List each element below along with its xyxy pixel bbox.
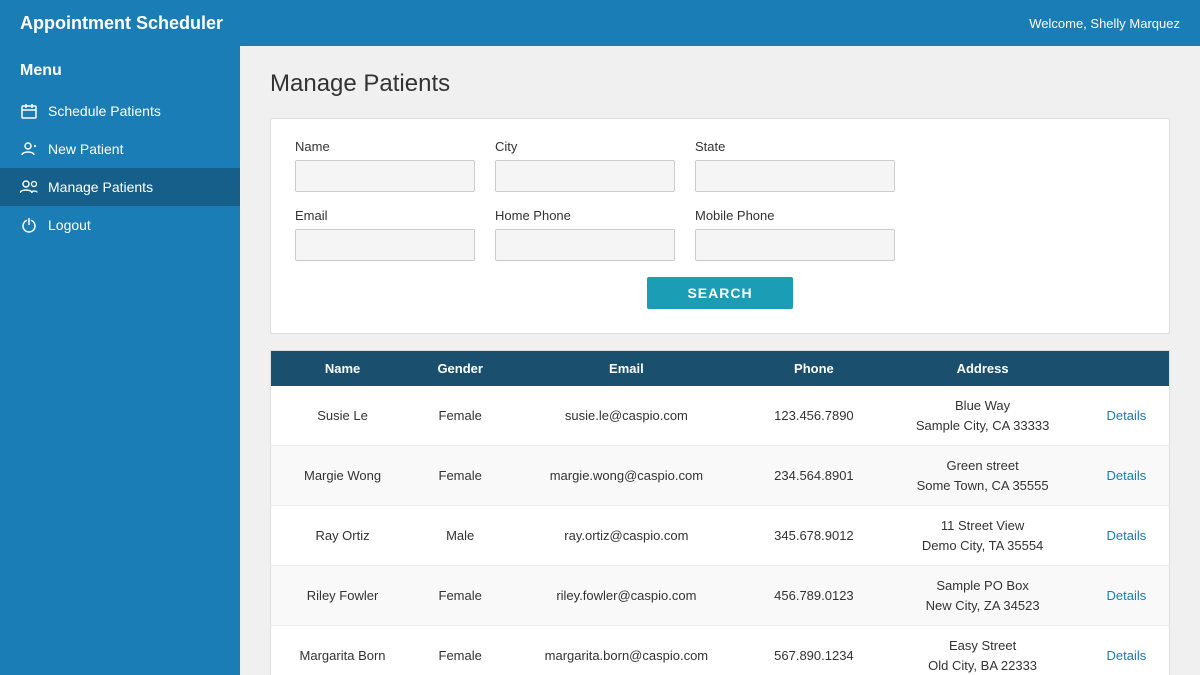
table-body: Susie Le Female susie.le@caspio.com 123.… — [271, 386, 1170, 675]
form-group-state: State — [695, 139, 895, 192]
cell-name: Ray Ortiz — [271, 506, 415, 566]
col-address: Address — [881, 351, 1084, 387]
app-title: Appointment Scheduler — [20, 13, 223, 34]
table-header: Name Gender Email Phone Address — [271, 351, 1170, 387]
table-row: Margie Wong Female margie.wong@caspio.co… — [271, 446, 1170, 506]
cell-name: Margie Wong — [271, 446, 415, 506]
city-label: City — [495, 139, 675, 154]
cell-details[interactable]: Details — [1084, 506, 1170, 566]
col-actions — [1084, 351, 1170, 387]
cell-phone: 345.678.9012 — [746, 506, 881, 566]
sidebar-item-manage-patients[interactable]: Manage Patients — [0, 168, 240, 206]
details-link[interactable]: Details — [1093, 398, 1161, 433]
cell-details[interactable]: Details — [1084, 626, 1170, 675]
cell-address: Blue WaySample City, CA 33333 — [881, 386, 1084, 446]
details-link[interactable]: Details — [1093, 638, 1161, 673]
mobile-phone-label: Mobile Phone — [695, 208, 895, 223]
app-header: Appointment Scheduler Welcome, Shelly Ma… — [0, 0, 1200, 46]
search-card: Name City State Email Home Pho — [270, 118, 1170, 334]
col-name: Name — [271, 351, 415, 387]
main-layout: Menu Schedule Patients — [0, 46, 1200, 675]
sidebar-item-schedule-label: Schedule Patients — [48, 103, 161, 119]
cell-address: Green streetSome Town, CA 35555 — [881, 446, 1084, 506]
cell-phone: 567.890.1234 — [746, 626, 881, 675]
cell-phone: 234.564.8901 — [746, 446, 881, 506]
patient-table: Name Gender Email Phone Address Susie Le… — [270, 350, 1170, 675]
cell-phone: 123.456.7890 — [746, 386, 881, 446]
sidebar-item-manage-label: Manage Patients — [48, 179, 153, 195]
cell-details[interactable]: Details — [1084, 566, 1170, 626]
cell-email: ray.ortiz@caspio.com — [506, 506, 746, 566]
search-btn-row: SEARCH — [295, 277, 1145, 309]
cell-address: Easy StreetOld City, BA 22333 — [881, 626, 1084, 675]
cell-gender: Male — [414, 506, 506, 566]
sidebar-item-logout-label: Logout — [48, 217, 91, 233]
col-gender: Gender — [414, 351, 506, 387]
power-icon — [20, 216, 38, 234]
details-link[interactable]: Details — [1093, 458, 1161, 493]
cell-email: susie.le@caspio.com — [506, 386, 746, 446]
main-content: Manage Patients Name City State — [240, 46, 1200, 675]
sidebar: Menu Schedule Patients — [0, 46, 240, 675]
form-row-2: Email Home Phone Mobile Phone — [295, 208, 1145, 261]
table-header-row: Name Gender Email Phone Address — [271, 351, 1170, 387]
email-input[interactable] — [295, 229, 475, 261]
email-label: Email — [295, 208, 475, 223]
cell-details[interactable]: Details — [1084, 386, 1170, 446]
name-input[interactable] — [295, 160, 475, 192]
details-link[interactable]: Details — [1093, 578, 1161, 613]
home-phone-input[interactable] — [495, 229, 675, 261]
state-label: State — [695, 139, 895, 154]
manage-users-icon — [20, 178, 38, 196]
sidebar-menu-label: Menu — [0, 62, 240, 92]
col-phone: Phone — [746, 351, 881, 387]
cell-email: riley.fowler@caspio.com — [506, 566, 746, 626]
form-group-home-phone: Home Phone — [495, 208, 675, 261]
form-group-email: Email — [295, 208, 475, 261]
form-group-mobile-phone: Mobile Phone — [695, 208, 895, 261]
sidebar-item-logout[interactable]: Logout — [0, 206, 240, 244]
cell-address: Sample PO BoxNew City, ZA 34523 — [881, 566, 1084, 626]
welcome-message: Welcome, Shelly Marquez — [1029, 16, 1180, 31]
cell-gender: Female — [414, 386, 506, 446]
state-input[interactable] — [695, 160, 895, 192]
search-button[interactable]: SEARCH — [647, 277, 792, 309]
home-phone-label: Home Phone — [495, 208, 675, 223]
table-row: Ray Ortiz Male ray.ortiz@caspio.com 345.… — [271, 506, 1170, 566]
cell-name: Margarita Born — [271, 626, 415, 675]
table-row: Margarita Born Female margarita.born@cas… — [271, 626, 1170, 675]
cell-gender: Female — [414, 566, 506, 626]
city-input[interactable] — [495, 160, 675, 192]
form-group-city: City — [495, 139, 675, 192]
form-group-name: Name — [295, 139, 475, 192]
page-title: Manage Patients — [270, 70, 1170, 98]
cell-gender: Female — [414, 626, 506, 675]
cell-details[interactable]: Details — [1084, 446, 1170, 506]
name-label: Name — [295, 139, 475, 154]
sidebar-item-new-patient[interactable]: New Patient — [0, 130, 240, 168]
cell-email: margarita.born@caspio.com — [506, 626, 746, 675]
cell-email: margie.wong@caspio.com — [506, 446, 746, 506]
form-row-1: Name City State — [295, 139, 1145, 192]
cell-gender: Female — [414, 446, 506, 506]
calendar-icon — [20, 102, 38, 120]
add-user-icon — [20, 140, 38, 158]
cell-address: 11 Street ViewDemo City, TA 35554 — [881, 506, 1084, 566]
mobile-phone-input[interactable] — [695, 229, 895, 261]
table-row: Susie Le Female susie.le@caspio.com 123.… — [271, 386, 1170, 446]
table-row: Riley Fowler Female riley.fowler@caspio.… — [271, 566, 1170, 626]
cell-name: Riley Fowler — [271, 566, 415, 626]
details-link[interactable]: Details — [1093, 518, 1161, 553]
col-email: Email — [506, 351, 746, 387]
cell-name: Susie Le — [271, 386, 415, 446]
cell-phone: 456.789.0123 — [746, 566, 881, 626]
sidebar-item-new-patient-label: New Patient — [48, 141, 123, 157]
sidebar-item-schedule-patients[interactable]: Schedule Patients — [0, 92, 240, 130]
